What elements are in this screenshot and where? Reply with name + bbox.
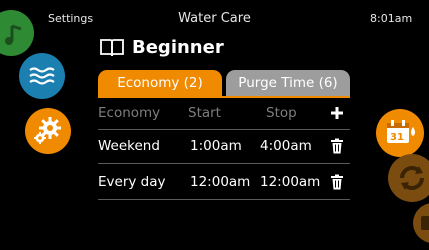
gear-icon (34, 117, 61, 144)
screen-title: Water Care (178, 11, 251, 26)
header-stop: Stop (266, 105, 297, 121)
svg-text:31: 31 (390, 132, 404, 143)
row-divider (98, 129, 350, 130)
row-name: Weekend (98, 138, 160, 154)
row-name: Every day (98, 174, 166, 190)
water-care-nav-button[interactable] (19, 53, 65, 99)
row-stop[interactable]: 4:00am (260, 131, 312, 161)
book-icon (100, 39, 124, 57)
tab-purge-time[interactable]: Purge Time (6) (226, 70, 350, 96)
row-divider (98, 163, 350, 164)
plus-icon[interactable] (330, 105, 344, 121)
header-start: Start (188, 105, 221, 121)
table-row[interactable]: Every day 12:00am 12:00am (98, 167, 350, 197)
trash-icon[interactable] (330, 174, 344, 190)
table-row[interactable]: Weekend 1:00am 4:00am (98, 131, 350, 161)
table-header: Economy Start Stop (98, 98, 350, 128)
row-start[interactable]: 12:00am (190, 167, 250, 197)
row-stop[interactable]: 12:00am (260, 167, 320, 197)
row-start[interactable]: 1:00am (190, 131, 242, 161)
settings-nav-button[interactable] (25, 108, 71, 154)
calendar-icon: 31 (387, 120, 415, 143)
more-button[interactable] (413, 203, 429, 243)
trash-icon[interactable] (330, 138, 344, 154)
calendar-button[interactable]: 31 (376, 109, 424, 157)
page-title-text: Beginner (132, 36, 224, 58)
tab-economy[interactable]: Economy (2) (98, 70, 222, 96)
water-icon (29, 67, 55, 85)
page-title: Beginner (98, 36, 224, 58)
header-economy: Economy (98, 105, 161, 121)
refresh-icon (400, 166, 424, 190)
water-care-screen: Settings Water Care 8:01am Beginner Econ… (0, 0, 429, 250)
row-divider (98, 199, 350, 200)
more-icon (421, 216, 429, 230)
clock: 8:01am (370, 12, 413, 25)
refresh-button[interactable] (388, 154, 429, 202)
